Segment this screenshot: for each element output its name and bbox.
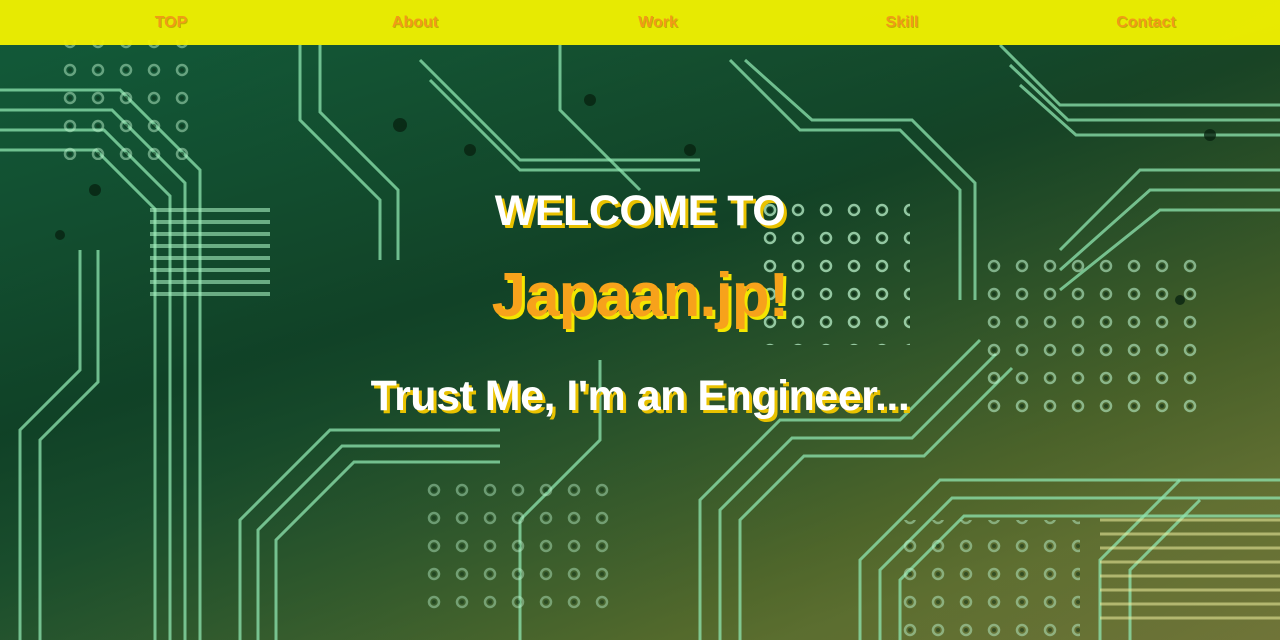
nav-link-top[interactable]: TOP [91, 0, 251, 45]
hero-welcome-heading: WELCOME TO [494, 187, 786, 235]
nav-link-contact[interactable]: Contact [1066, 0, 1226, 45]
nav-link-work[interactable]: Work [578, 0, 738, 45]
page: TOP About Work Skill Contact WELCOME TO … [0, 0, 1280, 640]
nav-link-about[interactable]: About [335, 0, 495, 45]
hero-site-name: Japaan.jp! [491, 261, 790, 330]
top-navbar: TOP About Work Skill Contact [0, 0, 1280, 45]
hero-tagline: Trust Me, I'm an Engineer... [370, 372, 910, 420]
nav-link-skill[interactable]: Skill [822, 0, 982, 45]
